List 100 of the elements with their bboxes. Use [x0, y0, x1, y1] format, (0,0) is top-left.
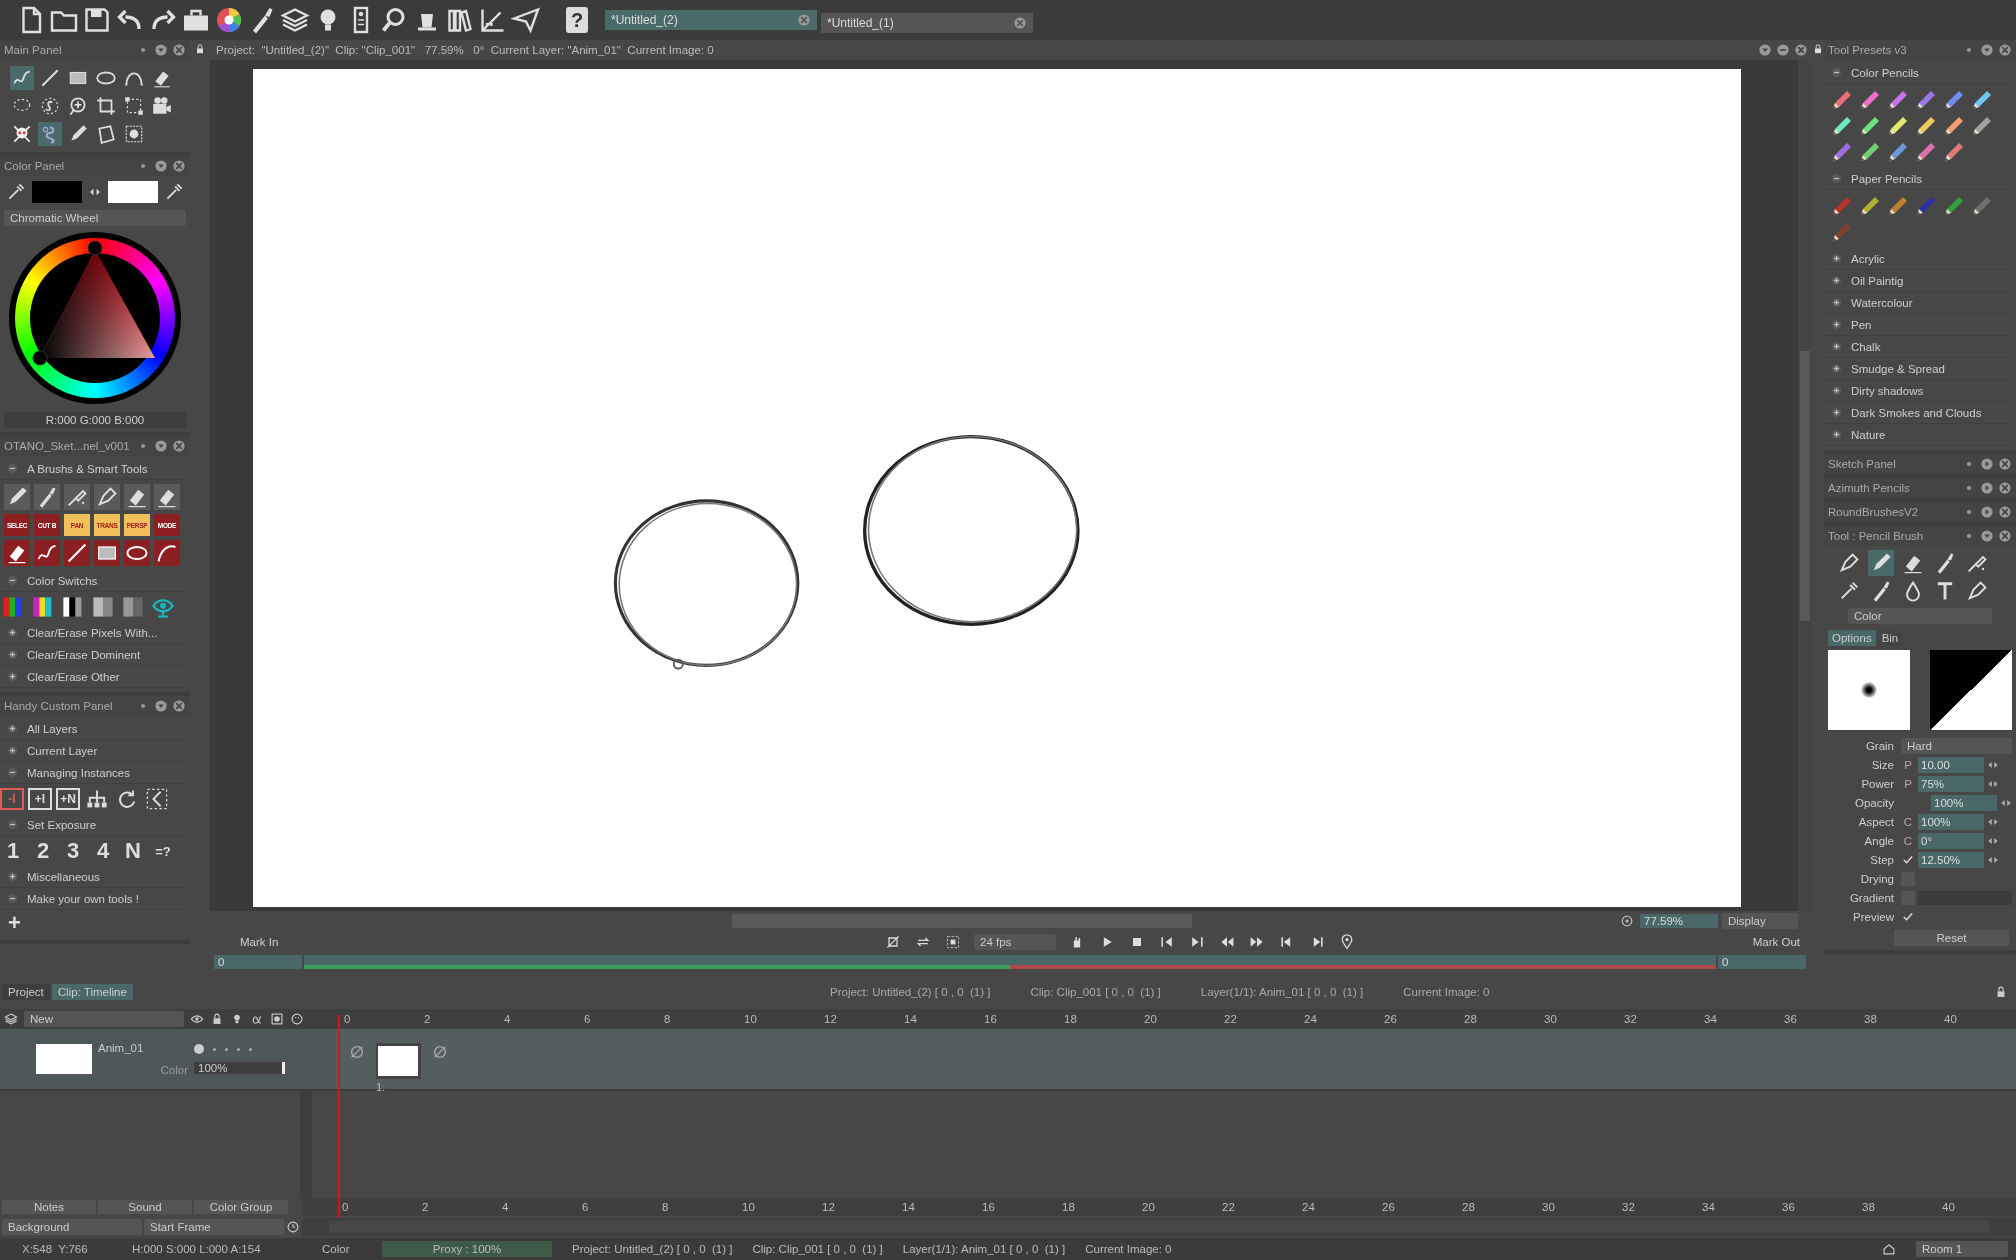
collapse-icon[interactable]	[6, 892, 19, 905]
collapse-icon[interactable]	[1830, 172, 1843, 185]
brush-icon[interactable]	[34, 484, 60, 510]
pressure-toggle[interactable]: C	[1901, 834, 1915, 847]
pencil-icon[interactable]	[1942, 114, 1966, 138]
document-tab[interactable]: *Untitled_(2)	[605, 10, 817, 30]
pencil-icon[interactable]	[1886, 194, 1910, 218]
eraser-icon[interactable]	[4, 540, 30, 566]
layers-icon[interactable]	[4, 1012, 18, 1026]
pen-icon[interactable]	[94, 484, 120, 510]
param-field[interactable]: 0°	[1918, 832, 1984, 849]
group-label[interactable]: Clear/Erase Dominent	[27, 648, 141, 661]
collapse-icon[interactable]	[1830, 66, 1843, 79]
pencil-icon[interactable]	[1858, 140, 1882, 164]
close-icon[interactable]	[1998, 505, 2012, 519]
group-label[interactable]: Make your own tools !	[27, 892, 139, 905]
arc-icon[interactable]	[154, 540, 180, 566]
expand-icon[interactable]	[1830, 296, 1843, 309]
group-label[interactable]: Dark Smokes and Clouds	[1851, 406, 1982, 419]
pencil-icon[interactable]	[1970, 194, 1994, 218]
expand-icon[interactable]	[1830, 406, 1843, 419]
grain-dropdown[interactable]: Hard	[1901, 737, 2012, 754]
pencil-icon[interactable]	[1830, 114, 1854, 138]
frame-thumbnail[interactable]	[376, 1043, 421, 1079]
crop-icon[interactable]	[94, 94, 118, 118]
exposure-button[interactable]: =?	[150, 843, 176, 859]
close-icon[interactable]	[1013, 16, 1027, 30]
display-dropdown[interactable]: Display	[1722, 913, 1798, 929]
exposure-button[interactable]: N	[120, 838, 146, 864]
clock-icon[interactable]	[286, 1220, 300, 1234]
group-label[interactable]: Acrylic	[1851, 252, 1885, 265]
eraser-icon[interactable]	[124, 484, 150, 510]
expand-icon[interactable]	[1830, 362, 1843, 375]
group-label[interactable]: Set Exposure	[27, 818, 97, 831]
exposure-button[interactable]: 2	[30, 838, 56, 864]
pencil-icon[interactable]	[1970, 88, 1994, 112]
pencil-icon[interactable]	[1858, 194, 1882, 218]
secondary-color-swatch[interactable]	[108, 181, 158, 203]
document-tab[interactable]: *Untitled_(1)	[821, 13, 1033, 33]
pencil-icon[interactable]	[1858, 88, 1882, 112]
group-label[interactable]: Clear/Erase Pixels With...	[27, 626, 158, 639]
instance-button[interactable]: +N	[56, 788, 80, 810]
onion-skin-icon[interactable]	[884, 933, 902, 951]
layer-filter-dropdown[interactable]: New	[24, 1011, 184, 1027]
color-stripes-icon[interactable]	[120, 594, 146, 620]
expand-icon[interactable]	[1830, 384, 1843, 397]
collapse-icon[interactable]	[6, 818, 19, 831]
param-field[interactable]: 10.00	[1918, 756, 1984, 773]
expand-icon[interactable]	[1830, 428, 1843, 441]
expand-icon[interactable]	[6, 722, 19, 735]
collapse-icon[interactable]	[6, 766, 19, 779]
expand-icon[interactable]	[1980, 505, 1994, 519]
home-icon[interactable]	[1882, 1242, 1896, 1256]
exposure-button[interactable]: 1	[0, 838, 26, 864]
pencil-icon[interactable]	[4, 484, 30, 510]
layer-name[interactable]: Anim_01	[98, 1042, 188, 1054]
pencil-icon[interactable]	[1830, 88, 1854, 112]
close-icon[interactable]	[1794, 43, 1808, 57]
background-dropdown[interactable]: Background	[2, 1219, 142, 1235]
mark-in-label[interactable]: Mark In	[240, 936, 360, 948]
pressure-toggle[interactable]: C	[1901, 815, 1915, 828]
pressure-toggle[interactable]: P	[1901, 758, 1915, 771]
group-label[interactable]: A Brushs & Smart Tools	[27, 462, 148, 475]
dropdown-icon[interactable]	[1758, 43, 1772, 57]
close-icon[interactable]	[172, 159, 186, 173]
group-label[interactable]: Chalk	[1851, 340, 1881, 353]
collapse-icon[interactable]	[154, 159, 168, 173]
pencil-icon[interactable]	[1914, 114, 1938, 138]
options-tab[interactable]: Options	[1828, 630, 1876, 646]
split-icon[interactable]	[144, 786, 170, 812]
pencil-icon[interactable]	[1914, 88, 1938, 112]
param-field[interactable]: 75%	[1918, 775, 1984, 792]
curve-icon[interactable]	[34, 540, 60, 566]
fps-dropdown[interactable]: 24 fps	[974, 934, 1056, 950]
layers-icon[interactable]	[280, 5, 310, 35]
group-label[interactable]: Current Layer	[27, 744, 98, 757]
expand-icon[interactable]	[1980, 481, 1994, 495]
param-field[interactable]: 100%	[1931, 794, 1997, 811]
lock-icon[interactable]	[1812, 42, 1824, 56]
close-icon[interactable]	[1998, 457, 2012, 471]
line-icon[interactable]	[64, 540, 90, 566]
pencil-icon[interactable]	[1858, 114, 1882, 138]
timeline-button[interactable]: Color Group	[194, 1200, 288, 1214]
eye-icon[interactable]	[190, 1012, 204, 1026]
pencil-icon[interactable]	[1868, 550, 1894, 576]
timeline-tab[interactable]: Project	[2, 984, 50, 1000]
pencil-icon[interactable]	[1830, 220, 1854, 244]
close-icon[interactable]	[1998, 529, 2012, 543]
save-icon[interactable]	[82, 5, 112, 35]
reset-button[interactable]: Reset	[1894, 930, 2009, 946]
group-label[interactable]: All Layers	[27, 722, 78, 735]
opacity-field[interactable]: 100%	[194, 1062, 285, 1074]
frame-ruler[interactable]: 0 2 4 6 8 10 12 14 16 18 20 22 24 26 28 30 32 34 36 38 40	[302, 1198, 2016, 1216]
pencil-icon[interactable]	[1914, 140, 1938, 164]
pressure-curve[interactable]	[1930, 650, 2012, 730]
group-label[interactable]: Color Pencils	[1851, 66, 1919, 79]
group-label[interactable]: Miscellaneous	[27, 870, 100, 883]
eraser-icon[interactable]	[154, 484, 180, 510]
start-frame-field[interactable]: 0	[214, 955, 302, 969]
zoom-field[interactable]: 77.59%	[1640, 914, 1718, 928]
